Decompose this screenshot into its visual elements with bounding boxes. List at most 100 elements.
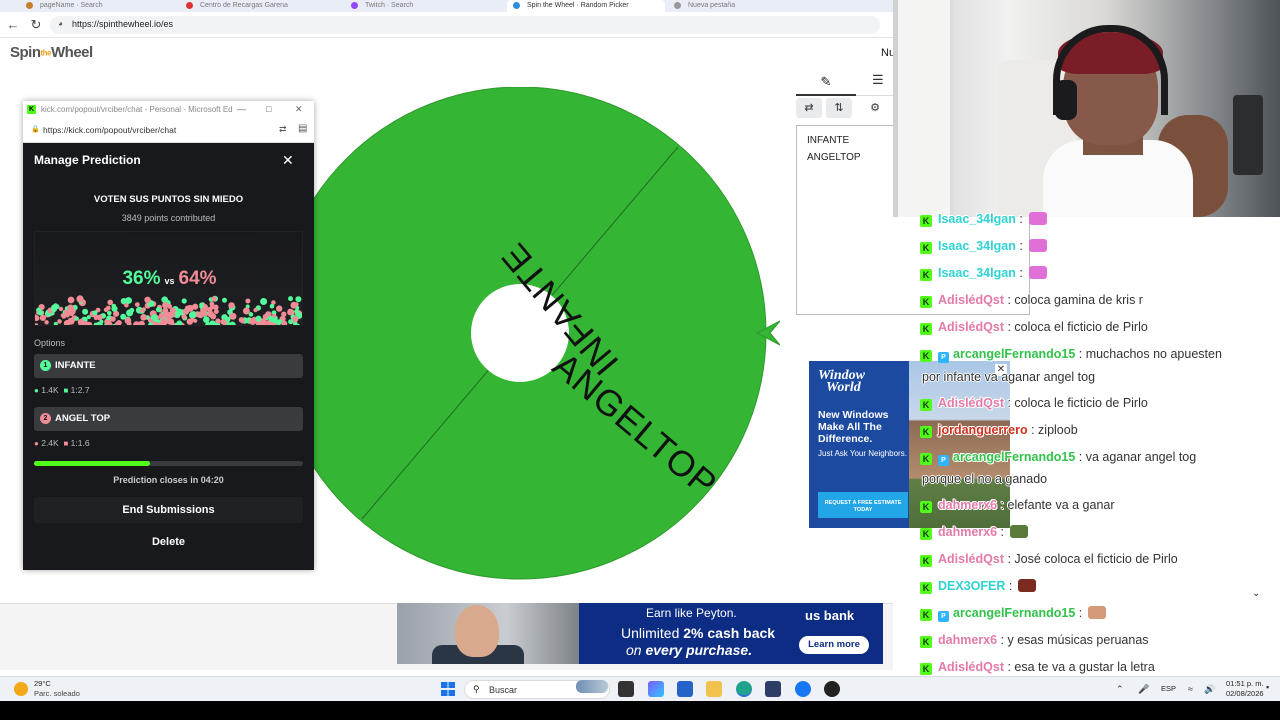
chat-message: Kdahmerx6 : y esas músicas peruanas <box>920 633 1280 648</box>
file-explorer-icon[interactable] <box>706 681 722 697</box>
voter-dot <box>95 314 100 319</box>
chat-username[interactable]: AdislédQst <box>938 293 1004 307</box>
notification-icon[interactable]: ▪ <box>1266 682 1269 692</box>
translate-icon[interactable]: ⇄ <box>279 124 287 135</box>
edge-icon[interactable] <box>736 681 752 697</box>
chevron-down-icon[interactable]: ⌄ <box>1252 588 1260 599</box>
chat-username[interactable]: Isaac_34lgan <box>938 266 1016 280</box>
voter-dot <box>53 321 58 325</box>
chat-username[interactable]: jordanguerrero <box>938 423 1028 437</box>
chat-text: : coloca le ficticio de Pirlo <box>1007 396 1148 410</box>
wifi-icon[interactable]: ≈ <box>1188 684 1193 694</box>
outlook-icon[interactable] <box>677 681 693 697</box>
obs-icon[interactable] <box>824 681 840 697</box>
voter-dot <box>67 304 74 312</box>
chat-emote-icon <box>1028 266 1047 279</box>
kick-logo-icon: K <box>27 105 36 114</box>
back-arrow-icon[interactable]: ← <box>4 16 22 34</box>
voter-dot <box>163 310 170 318</box>
popout-url-field[interactable]: 🔒 https://kick.com/popout/vrciber/chat <box>29 123 269 138</box>
copilot-icon[interactable] <box>648 681 664 697</box>
chat-username[interactable]: AdislédQst <box>938 320 1004 334</box>
cam-headset-earcup <box>1055 80 1077 120</box>
chat-username[interactable]: dahmerx6 <box>938 633 997 647</box>
voter-dot <box>288 319 294 325</box>
close-icon[interactable]: ✕ <box>282 152 294 169</box>
browser-tab[interactable]: pageName · Search <box>20 0 178 12</box>
chat-username[interactable]: DEX3OFER <box>938 579 1005 593</box>
results-list-icon[interactable]: ☰ <box>872 72 890 90</box>
browser-tab[interactable]: Centro de Recargas Garena <box>180 0 338 12</box>
chat-username[interactable]: Isaac_34lgan <box>938 212 1016 226</box>
chat-message: K Isaac_34lgan : <box>920 266 1280 281</box>
chat-username[interactable]: arcangelFernando15 <box>953 347 1075 361</box>
kick-badge-icon: K <box>920 269 932 281</box>
browser-tab-active[interactable]: Spin the Wheel · Random Picker <box>507 0 665 12</box>
request-estimate-button[interactable]: REQUEST A FREE ESTIMATE TODAY <box>818 492 908 518</box>
chat-username[interactable]: arcangelFernando15 <box>953 606 1075 620</box>
chat-username[interactable]: dahmerx6 <box>938 525 997 539</box>
wheel-graphic[interactable] <box>260 87 780 583</box>
ratio-icon: ■ <box>63 386 69 395</box>
tray-chevron-icon[interactable]: ⌃ <box>1116 684 1124 695</box>
shuffle-icon[interactable]: ⇄ <box>796 98 822 118</box>
task-view-icon[interactable] <box>618 681 634 697</box>
ad-line-3: on every purchase. <box>626 642 752 658</box>
voter-dot <box>105 319 112 325</box>
clock-time[interactable]: 01:51 p. m. <box>1226 679 1264 688</box>
time-remaining-bar <box>34 461 303 466</box>
learn-more-button[interactable]: Learn more <box>799 636 869 654</box>
kick-badge-icon: K <box>920 663 932 675</box>
og-badge-icon: P <box>938 352 949 363</box>
panel-title: Manage Prediction <box>34 153 141 167</box>
percent-option-2: 64% <box>178 268 217 289</box>
voter-dot <box>193 318 198 323</box>
windows-start-icon[interactable] <box>441 682 455 696</box>
pencil-icon[interactable]: ✎ <box>796 70 856 96</box>
chat-username[interactable]: arcangelFernando15 <box>953 450 1075 464</box>
gear-icon[interactable]: ⚙ <box>862 98 888 118</box>
mic-icon[interactable]: 🎤 <box>1138 684 1149 695</box>
site-info-icon[interactable]: ◕ <box>58 19 63 28</box>
chat-emote-icon <box>1018 579 1037 592</box>
reload-icon[interactable]: ↻ <box>27 16 45 34</box>
maximize-icon[interactable]: □ <box>262 104 276 114</box>
voter-dot <box>111 305 118 312</box>
chat-text: : elefante va a ganar <box>1000 498 1115 512</box>
voter-dot <box>134 302 140 307</box>
ad-earn-label: Earn like Peyton. <box>646 606 737 620</box>
chat-username[interactable]: Isaac_34lgan <box>938 239 1016 253</box>
search-highlight-image <box>576 680 608 693</box>
chat-username[interactable]: AdislédQst <box>938 396 1004 410</box>
reader-icon[interactable]: ▤ <box>298 123 307 134</box>
end-submissions-button[interactable]: End Submissions <box>34 497 303 523</box>
language-indicator[interactable]: ESP <box>1161 684 1176 693</box>
volume-icon[interactable]: 🔊 <box>1204 684 1215 695</box>
chat-username[interactable]: AdislédQst <box>938 660 1004 674</box>
sort-icon[interactable]: ⇅ <box>826 98 852 118</box>
users-icon: ● <box>34 439 39 448</box>
facebook-icon[interactable] <box>795 681 811 697</box>
browser-tab[interactable]: Twitch · Search <box>345 0 503 12</box>
voter-dot <box>129 307 135 313</box>
chat-username[interactable]: dahmerx6 <box>938 498 997 512</box>
url-field[interactable]: ◕ https://spinthewheel.io/es <box>50 16 880 34</box>
delete-button[interactable]: Delete <box>34 529 303 555</box>
voter-dot <box>220 319 226 325</box>
minimize-icon[interactable]: — <box>233 104 250 114</box>
points-contributed: 3849 points contributed <box>121 213 216 223</box>
og-badge-icon: P <box>938 611 949 622</box>
chat-message: K DEX3OFER : <box>920 579 1280 594</box>
clock-date[interactable]: 02/08/2026 <box>1226 689 1264 698</box>
url-text: https://spinthewheel.io/es <box>72 19 174 29</box>
weather-sun-icon[interactable] <box>14 682 28 696</box>
close-window-icon[interactable]: ✕ <box>291 104 307 115</box>
chat-emote-icon <box>1028 212 1047 225</box>
store-icon[interactable] <box>765 681 781 697</box>
voter-dot <box>181 314 187 320</box>
chat-username[interactable]: AdislédQst <box>938 552 1004 566</box>
kick-badge-icon: K <box>920 609 932 621</box>
browser-tab[interactable]: Nueva pestaña <box>668 0 826 12</box>
spin-wheel[interactable]: INFANTE ANGELTOP <box>260 87 780 583</box>
site-logo[interactable]: SpintheWheel <box>10 44 93 61</box>
